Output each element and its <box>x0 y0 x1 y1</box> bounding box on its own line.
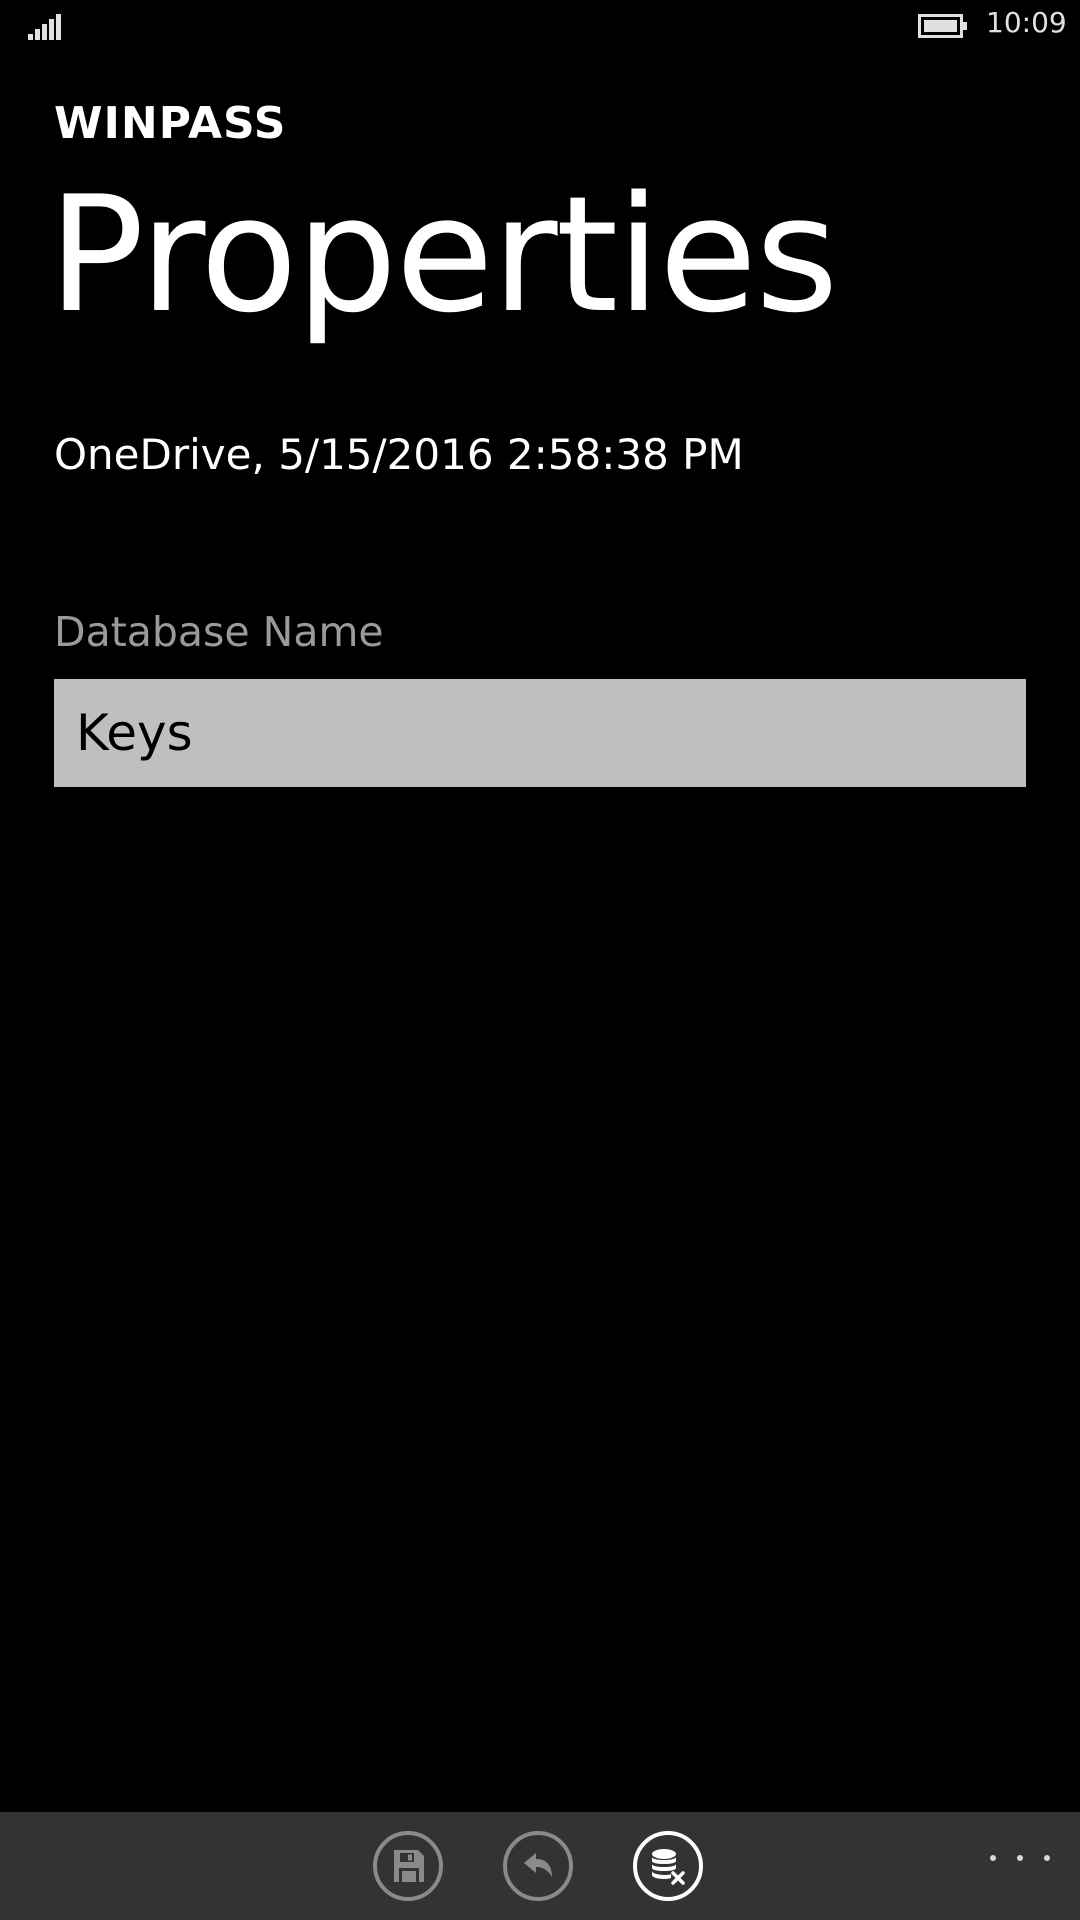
page-title: Properties <box>48 161 839 348</box>
undo-button[interactable] <box>503 1831 573 1901</box>
properties-screen: 10:09 WINPASS Properties OneDrive, 5/15/… <box>0 0 1080 1920</box>
undo-icon <box>524 1853 552 1877</box>
more-ellipsis-icon <box>1044 1855 1050 1861</box>
more-options-button[interactable] <box>990 1836 1050 1880</box>
database-name-label: Database Name <box>54 608 384 656</box>
save-button[interactable] <box>373 1831 443 1901</box>
signal-bars-icon <box>28 14 61 40</box>
close-database-button[interactable] <box>633 1831 703 1901</box>
status-clock: 10:09 <box>986 6 1067 39</box>
save-icon <box>394 1850 424 1882</box>
app-bar <box>0 1812 1080 1920</box>
close-database-icon <box>652 1849 685 1885</box>
battery-icon <box>918 14 967 38</box>
more-ellipsis-icon <box>990 1855 996 1861</box>
database-source-info: OneDrive, 5/15/2016 2:58:38 PM <box>54 430 744 479</box>
app-title: WINPASS <box>54 98 287 149</box>
status-bar: 10:09 <box>0 0 1080 52</box>
more-ellipsis-icon <box>1017 1855 1023 1861</box>
database-name-input[interactable] <box>54 679 1026 787</box>
